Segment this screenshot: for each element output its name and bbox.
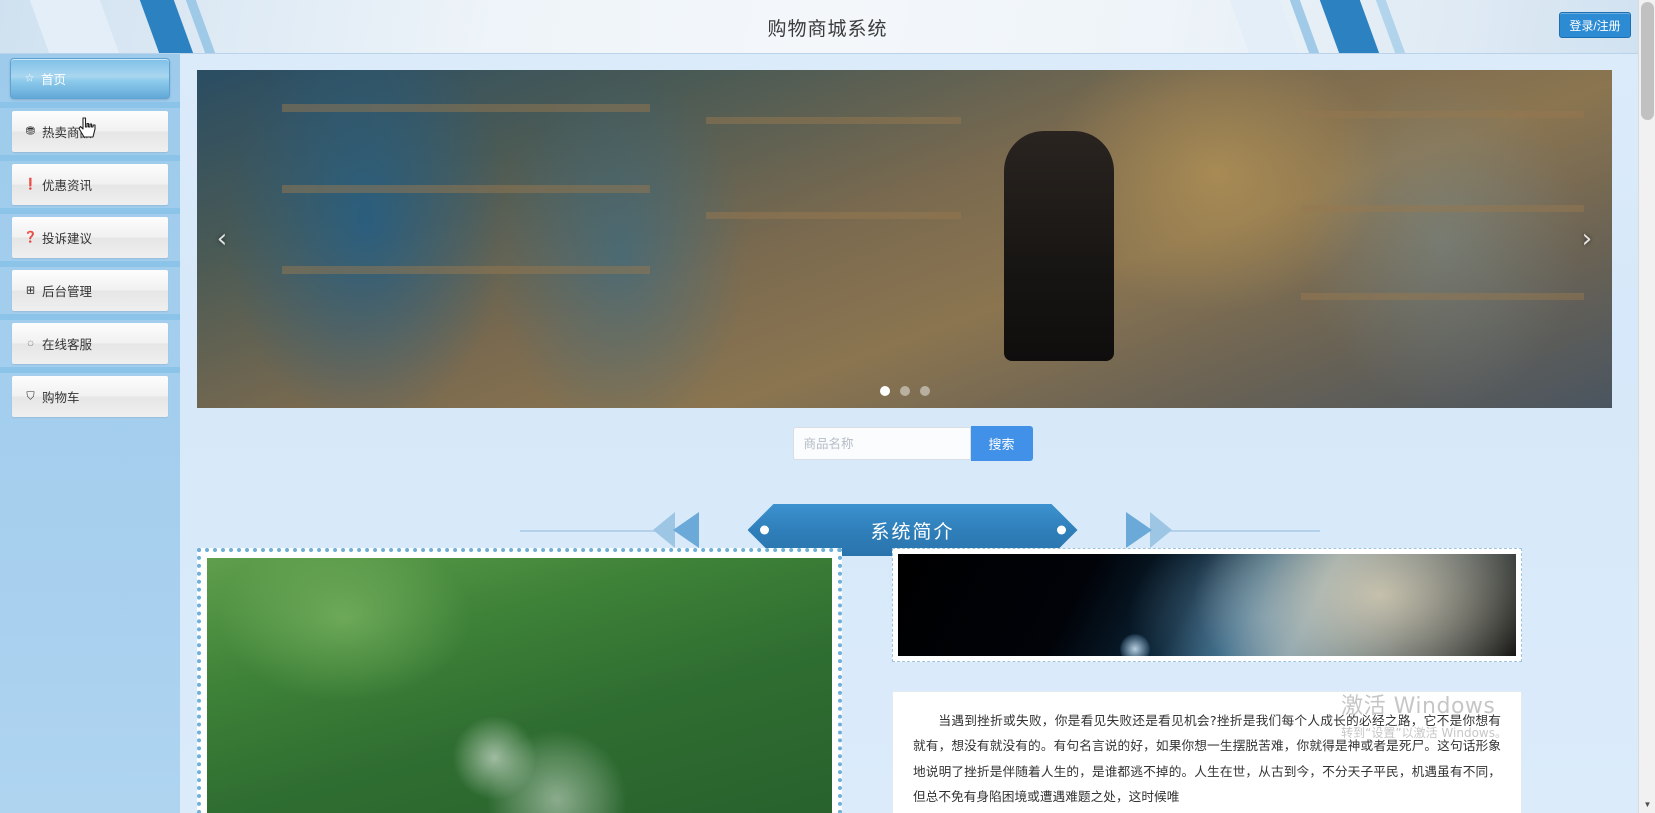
carousel-dots[interactable] — [879, 386, 930, 396]
search-input[interactable] — [792, 427, 971, 460]
band-chevron-left-icon — [673, 512, 699, 548]
sidebar-item-0[interactable]: ☆ 首页 — [10, 58, 170, 99]
login-register-button[interactable]: 登录/注册 — [1559, 12, 1631, 38]
band-dot-right-icon — [1057, 526, 1066, 535]
star-icon: ☆ — [24, 72, 35, 84]
carousel-prev-icon[interactable]: ‹ — [207, 219, 237, 259]
earth-glow — [1120, 633, 1151, 656]
band-chevron-outer-left-icon — [653, 512, 675, 548]
dandelion-seedhead — [482, 725, 632, 813]
question-icon: ❓ — [23, 231, 38, 243]
sidebar-item-2[interactable]: ❗ 优惠资讯 — [12, 164, 168, 205]
sidebar-item-5[interactable]: ◌ 在线客服 — [12, 323, 168, 364]
sidebar-item-label: 购物车 — [42, 391, 80, 405]
sidebar-item-label: 投诉建议 — [42, 232, 93, 246]
intro-paragraph: 当遇到挫折或失败，你是看见失败还是看见机会?挫折是我们每个人成长的必经之路，它不… — [892, 691, 1522, 813]
band-chevron-outer-right-icon — [1150, 512, 1172, 548]
sidebar-item-label: 热卖商品 — [42, 126, 93, 140]
search-bar: 搜索 — [180, 426, 1645, 461]
intro-right-image-panel — [892, 548, 1522, 662]
hero-carousel[interactable]: ‹ › — [197, 70, 1612, 408]
sidebar-separator — [0, 261, 180, 267]
section-title-label: 系统简介 — [870, 520, 955, 543]
sidebar-item-label: 后台管理 — [42, 285, 93, 299]
info-icon: ❗ — [23, 178, 38, 190]
sidebar-item-1[interactable]: ⛃ 热卖商品 — [12, 111, 168, 152]
sidebar-item-label: 首页 — [41, 73, 67, 87]
page-scrollbar[interactable]: ▲ ▼ — [1638, 0, 1655, 813]
page-title: 购物商城系统 — [767, 17, 888, 40]
sidebar-item-6[interactable]: ⛉ 购物车 — [12, 376, 168, 417]
sidebar-item-label: 在线客服 — [42, 338, 93, 352]
sidebar-item-4[interactable]: ⊞ 后台管理 — [12, 270, 168, 311]
carousel-dot-0[interactable] — [879, 386, 890, 396]
shopping-cart-icon: ⛉ — [26, 390, 35, 402]
band-chevron-right-icon — [1126, 512, 1152, 548]
sidebar-item-3[interactable]: ❓ 投诉建议 — [12, 217, 168, 258]
sidebar-separator — [0, 102, 180, 108]
dashboard-icon: ⊞ — [25, 284, 36, 296]
bag-icon: ⛃ — [25, 125, 36, 137]
sidebar-separator — [0, 367, 180, 373]
main-content: ‹ › 搜索 系统简介 当遇到挫折或失败，你是看见失败还是看见机会?挫折是我们 — [180, 54, 1645, 813]
scroll-down-arrow-icon[interactable]: ▼ — [1639, 796, 1655, 813]
dandelion-image — [207, 558, 832, 813]
app-header: 购物商城系统 登录/注册 — [0, 0, 1655, 54]
sidebar-separator — [0, 208, 180, 214]
intro-left-image-panel — [197, 548, 842, 813]
carousel-slide-image — [197, 70, 1612, 408]
carousel-dot-2[interactable] — [919, 386, 930, 396]
carousel-dot-1[interactable] — [899, 386, 910, 396]
earth-from-space-image — [898, 554, 1516, 656]
search-button[interactable]: 搜索 — [970, 426, 1033, 461]
carousel-next-icon[interactable]: › — [1572, 219, 1602, 259]
headset-icon: ◌ — [27, 337, 34, 349]
scrollbar-thumb[interactable] — [1641, 2, 1654, 120]
sidebar-separator — [0, 155, 180, 161]
band-dot-left-icon — [760, 526, 769, 535]
sidebar-separator — [0, 314, 180, 320]
sidebar-item-label: 优惠资讯 — [42, 179, 93, 193]
sidebar-nav: ☆ 首页 ⛃ 热卖商品 ❗ 优惠资讯 ❓ 投诉建议 ⊞ 后台管理 ◌ 在线客服 ⛉ 购物车 — [0, 54, 180, 813]
